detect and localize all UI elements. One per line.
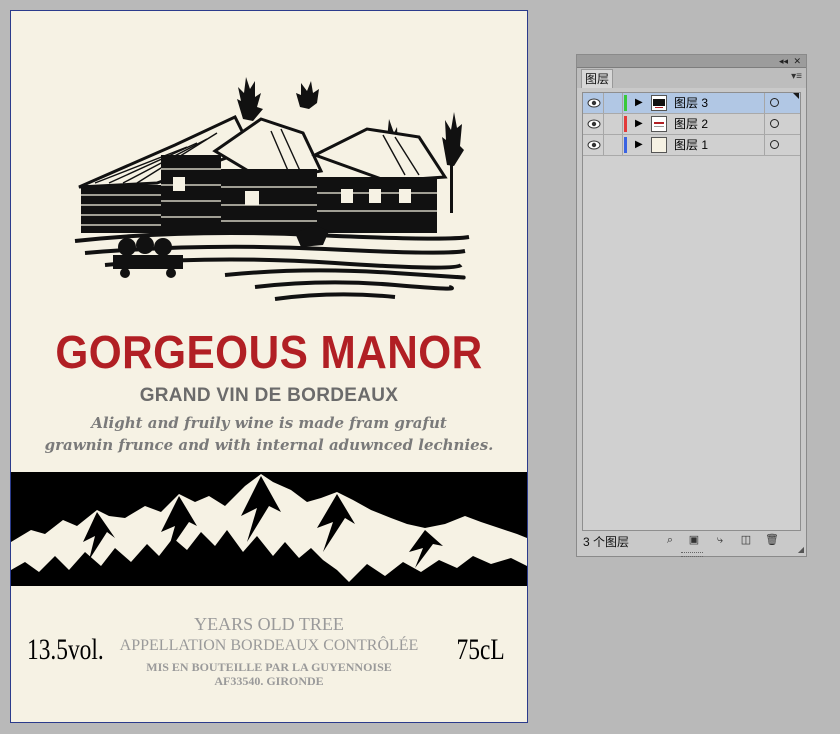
bottle-size[interactable]: 75cL [457,633,505,667]
layers-panel: ◂◂ ✕ 图层 ▾≡ ▶ 图层 3 ▶ 图层 2 ▶ 图层 1 3 个图层 ⌕ … [576,54,807,557]
mountain-band[interactable] [11,472,527,586]
layer-target-icon[interactable] [770,119,779,128]
expand-triangle-icon[interactable]: ▶ [635,138,643,152]
layer-row[interactable]: ▶ 图层 1 [583,135,800,156]
subtitle[interactable]: GRAND VIN DE BORDEAUX [11,385,527,407]
tagline-line-2[interactable]: grawnin frunce and with internal aduwnce… [11,436,527,454]
layer-thumbnail [651,137,667,153]
farmhouse-engraving-icon [74,77,470,301]
visibility-eye-icon[interactable] [586,138,602,152]
layer-color-swatch [624,116,627,132]
layer-target-icon[interactable] [770,140,779,149]
layer-name[interactable]: 图层 2 [674,116,708,132]
panel-drag-grip[interactable] [681,552,703,557]
mountain-range-icon [11,474,527,582]
layer-color-swatch [624,137,627,153]
layer-name[interactable]: 图层 1 [674,137,708,153]
layer-row[interactable]: ▶ 图层 3 [583,93,800,114]
layer-thumbnail [651,95,667,111]
brand-title[interactable]: GORGEOUS MANOR [32,325,507,379]
panel-menu-button[interactable]: ▾≡ [791,71,802,82]
close-panel-button[interactable]: ✕ [793,55,801,67]
new-layer-icon[interactable]: ◫ [739,534,753,547]
layer-count: 3 个图层 [583,535,630,549]
years-line[interactable]: YEARS OLD TREE [11,614,527,635]
panel-titlebar[interactable]: ◂◂ ✕ [577,55,806,68]
panel-tabbar: 图层 ▾≡ [577,68,806,88]
artboard[interactable]: GORGEOUS MANOR GRAND VIN DE BORDEAUX Ali… [10,10,528,723]
code-line[interactable]: AF33540. GIRONDE [11,674,527,689]
layer-thumbnail [651,116,667,132]
lock-toggle[interactable] [604,114,622,134]
tagline-line-1[interactable]: Alight and fruily wine is made fram graf… [11,414,527,432]
trash-icon[interactable]: 🗑 [765,534,779,547]
expand-triangle-icon[interactable]: ▶ [635,117,643,131]
resize-grip-icon[interactable]: ◢ [798,545,804,554]
layer-list[interactable]: ▶ 图层 3 ▶ 图层 2 ▶ 图层 1 [582,92,801,531]
lock-toggle[interactable] [604,135,622,155]
layer-color-swatch [624,95,627,111]
panel-footer: 3 个图层 ⌕ ▣ ⤷ ◫ 🗑 [577,531,806,551]
sublayer-icon[interactable]: ⤷ [713,534,727,547]
lock-toggle[interactable] [604,93,622,113]
expand-triangle-icon[interactable]: ▶ [635,96,643,110]
selection-corner-icon [793,93,799,99]
visibility-eye-icon[interactable] [586,96,602,110]
visibility-eye-icon[interactable] [586,117,602,131]
layer-target-icon[interactable] [770,98,779,107]
tab-layers[interactable]: 图层 [581,69,613,88]
layer-name[interactable]: 图层 3 [674,95,708,111]
alcohol-volume[interactable]: 13.5vol. [27,633,104,667]
collapse-panel-button[interactable]: ◂◂ [779,55,788,67]
search-icon[interactable]: ⌕ [663,534,677,547]
clipping-mask-icon[interactable]: ▣ [687,534,701,547]
layer-row[interactable]: ▶ 图层 2 [583,114,800,135]
